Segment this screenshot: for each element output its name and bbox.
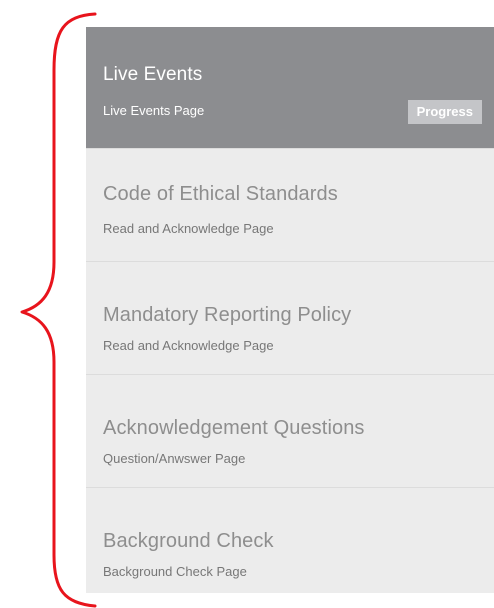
- step-title: Code of Ethical Standards: [103, 183, 338, 205]
- step-subtitle: Background Check Page: [103, 564, 247, 579]
- step-item-mandatory-reporting-policy[interactable]: Mandatory Reporting Policy Read and Ackn…: [86, 262, 494, 375]
- course-steps-list: Live Events Live Events Page Progress Co…: [86, 27, 494, 593]
- step-subtitle: Live Events Page: [103, 103, 205, 118]
- step-item-acknowledgement-questions[interactable]: Acknowledgement Questions Question/Anwsw…: [86, 375, 494, 488]
- progress-badge: Progress: [407, 100, 482, 124]
- step-item-code-of-ethical-standards[interactable]: Code of Ethical Standards Read and Ackno…: [86, 149, 494, 262]
- step-subtitle: Question/Anwswer Page: [103, 451, 246, 466]
- step-item-live-events[interactable]: Live Events Live Events Page Progress: [86, 27, 494, 149]
- step-item-background-check[interactable]: Background Check Background Check Page: [86, 488, 494, 601]
- step-subtitle: Read and Acknowledge Page: [103, 221, 274, 236]
- step-title: Background Check: [103, 530, 274, 552]
- brace-stroke: [20, 12, 97, 608]
- screenshot-stage: Live Events Live Events Page Progress Co…: [0, 0, 494, 608]
- step-title: Acknowledgement Questions: [103, 417, 365, 439]
- step-title: Live Events: [103, 64, 203, 85]
- step-subtitle: Read and Acknowledge Page: [103, 338, 274, 353]
- step-title: Mandatory Reporting Policy: [103, 304, 352, 326]
